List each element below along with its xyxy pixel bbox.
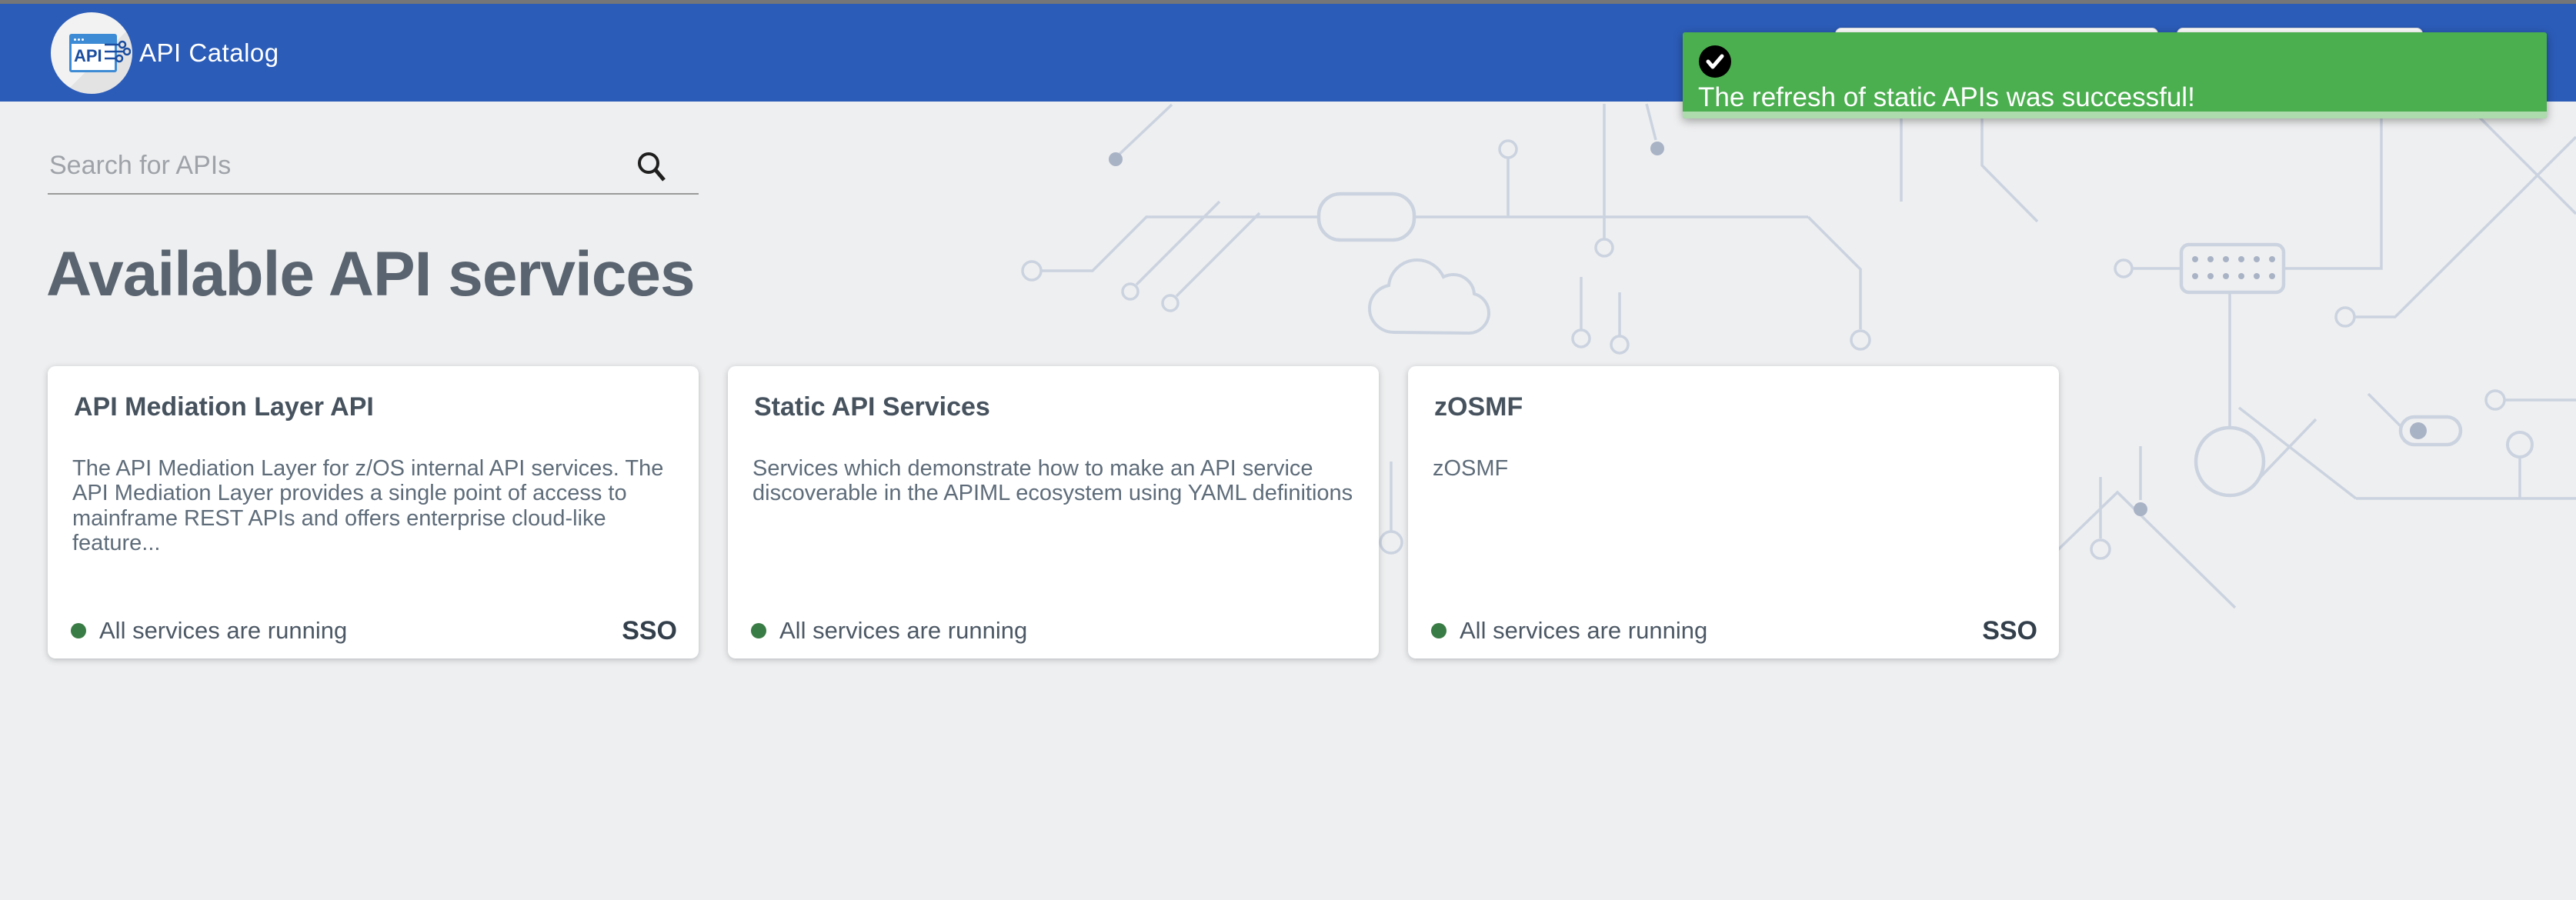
search-input[interactable] (48, 145, 699, 195)
service-card-static-api-services[interactable]: Static API Services Services which demon… (728, 366, 1379, 658)
status-dot-icon (1431, 623, 1446, 638)
service-card-api-mediation-layer[interactable]: API Mediation Layer API The API Mediatio… (48, 366, 699, 658)
service-status: All services are running (99, 617, 622, 645)
logo-api-text: API (74, 46, 102, 66)
search-field (48, 145, 699, 195)
status-dot-icon (751, 623, 766, 638)
toast-message: The refresh of static APIs was successfu… (1698, 82, 2531, 113)
card-description: The API Mediation Layer for z/OS interna… (72, 456, 674, 556)
service-card-zosmf[interactable]: zOSMF zOSMF All services are running SSO (1408, 366, 2059, 658)
page-title: Available API services (46, 238, 695, 311)
card-description: Services which demonstrate how to make a… (752, 456, 1354, 506)
logo-circuit-icon (105, 38, 131, 65)
service-card-list: API Mediation Layer API The API Mediatio… (48, 366, 2059, 658)
app-logo: API (51, 12, 132, 94)
window-top-border (0, 0, 2576, 4)
toast-progress-bar (1683, 112, 2547, 118)
service-status: All services are running (779, 617, 1357, 645)
card-title: Static API Services (754, 392, 1354, 422)
card-description: zOSMF (1433, 456, 2034, 481)
card-footer: All services are running SSO (1431, 614, 2037, 648)
app-title: API Catalog (139, 4, 279, 102)
card-footer: All services are running SSO (71, 614, 677, 648)
card-title: API Mediation Layer API (74, 392, 674, 422)
card-footer: All services are running (751, 614, 1357, 648)
status-dot-icon (71, 623, 86, 638)
check-circle-icon (1698, 45, 1732, 78)
search-icon[interactable] (636, 151, 666, 185)
service-status: All services are running (1460, 617, 1982, 645)
sso-badge: SSO (1982, 616, 2037, 646)
sso-badge: SSO (622, 616, 677, 646)
success-toast: The refresh of static APIs was successfu… (1683, 32, 2547, 118)
card-title: zOSMF (1434, 392, 2034, 422)
